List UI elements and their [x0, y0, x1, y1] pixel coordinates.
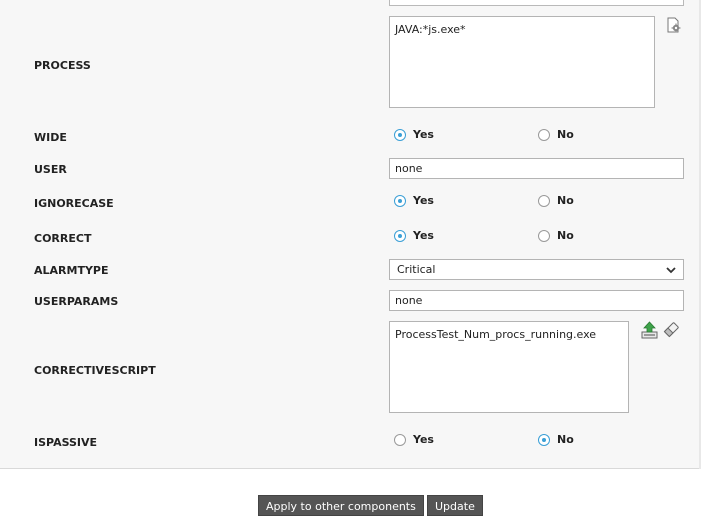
- radio-unselected-indicator: [538, 128, 550, 141]
- radio-selected-indicator: [394, 229, 406, 242]
- user-input[interactable]: none: [389, 158, 684, 179]
- upload-icon[interactable]: [641, 321, 658, 339]
- userparams-label: USERPARAMS: [34, 295, 119, 308]
- previous-field-edge: [389, 0, 684, 6]
- correct-yes-label: Yes: [413, 229, 434, 242]
- ispassive-yes-label: Yes: [413, 433, 434, 446]
- radio-selected-indicator: [538, 433, 550, 446]
- correct-label: CORRECT: [34, 232, 92, 245]
- eraser-icon[interactable]: [663, 321, 680, 338]
- ignorecase-no-radio[interactable]: No: [538, 194, 574, 207]
- correct-no-radio[interactable]: No: [538, 229, 574, 242]
- wide-yes-label: Yes: [413, 128, 434, 141]
- correctivescript-label: CORRECTIVESCRIPT: [34, 364, 156, 377]
- wide-label: WIDE: [34, 131, 67, 144]
- radio-unselected-indicator: [394, 433, 406, 446]
- alarmtype-label: ALARMTYPE: [34, 264, 109, 277]
- ignorecase-label: IGNORECASE: [34, 197, 114, 210]
- apply-to-other-components-button[interactable]: Apply to other components: [258, 495, 424, 516]
- radio-unselected-indicator: [538, 229, 550, 242]
- ignorecase-yes-label: Yes: [413, 194, 434, 207]
- ispassive-no-radio[interactable]: No: [538, 433, 574, 446]
- wide-yes-radio[interactable]: Yes: [394, 128, 434, 141]
- ispassive-yes-radio[interactable]: Yes: [394, 433, 434, 446]
- radio-selected-indicator: [394, 194, 406, 207]
- correct-no-label: No: [557, 229, 574, 242]
- correct-yes-radio[interactable]: Yes: [394, 229, 434, 242]
- update-button[interactable]: Update: [427, 495, 483, 516]
- process-textarea[interactable]: JAVA:*js.exe*: [389, 16, 655, 108]
- radio-selected-indicator: [394, 128, 406, 141]
- wide-no-radio[interactable]: No: [538, 128, 574, 141]
- chevron-down-icon: [666, 267, 676, 274]
- radio-unselected-indicator: [538, 194, 550, 207]
- wide-no-label: No: [557, 128, 574, 141]
- userparams-input[interactable]: none: [389, 290, 684, 311]
- ispassive-label: ISPASSIVE: [34, 436, 98, 449]
- alarmtype-select[interactable]: Critical: [389, 259, 684, 280]
- ispassive-no-label: No: [557, 433, 574, 446]
- process-label: PROCESS: [34, 59, 91, 72]
- user-label: USER: [34, 163, 67, 176]
- correctivescript-textarea[interactable]: ProcessTest_Num_procs_running.exe: [389, 321, 629, 413]
- gear-document-icon[interactable]: [666, 17, 682, 34]
- ignorecase-no-label: No: [557, 194, 574, 207]
- alarmtype-selected-value: Critical: [397, 263, 436, 276]
- ignorecase-yes-radio[interactable]: Yes: [394, 194, 434, 207]
